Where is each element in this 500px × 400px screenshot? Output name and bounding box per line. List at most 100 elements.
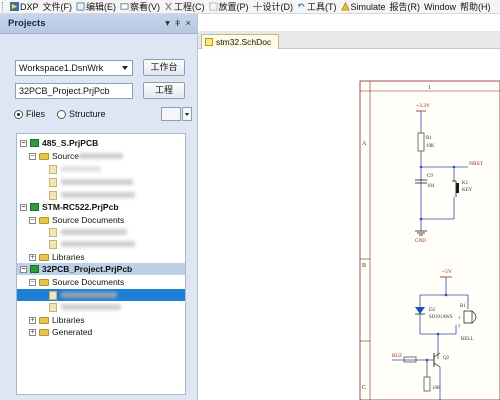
view-icon — [120, 3, 129, 10]
menu-file[interactable]: 文件(F) — [41, 0, 75, 14]
menu-window[interactable]: Window — [422, 0, 458, 14]
document-icon — [49, 303, 57, 312]
tree-folder-libraries-3-label: Libraries — [52, 315, 85, 325]
tree-doc-redacted[interactable] — [17, 189, 185, 201]
pcb-project-icon — [30, 265, 39, 273]
menu-project[interactable]: 工程(C) — [162, 0, 207, 14]
border-label-b: B — [362, 263, 366, 269]
expand-icon[interactable]: + — [29, 329, 36, 336]
project-options-icon[interactable] — [161, 107, 181, 121]
border-label-a: A — [362, 141, 367, 147]
tab-stm32-schdoc[interactable]: stm32.SchDoc — [201, 34, 279, 49]
tree-folder-libraries-2-label: Libraries — [52, 252, 85, 262]
tree-folder-generated-3-label: Generated — [52, 327, 93, 337]
collapse-icon[interactable]: − — [20, 266, 27, 273]
bell-label: BELL — [461, 337, 474, 342]
menu-edit[interactable]: 编辑(E) — [74, 0, 118, 14]
tree-folder-libraries-2[interactable]: + Libraries — [17, 251, 185, 263]
tree-folder-generated-3[interactable]: + Generated — [17, 326, 185, 338]
workspace-select[interactable]: Workspace1.DsnWrk — [15, 59, 133, 76]
tree-doc-redacted[interactable] — [17, 238, 185, 250]
tree-project-1[interactable]: − 485_S.PrjPCB — [17, 137, 185, 149]
project-options-dropdown[interactable] — [182, 107, 192, 121]
menu-file-label: 文件(F) — [42, 2, 73, 12]
menu-place[interactable]: 放置(P) — [207, 0, 251, 14]
folder-icon — [39, 254, 49, 261]
redacted-text — [79, 153, 123, 159]
structure-radio-label: Structure — [69, 109, 106, 119]
collapse-icon[interactable]: − — [29, 217, 36, 224]
redacted-text — [61, 166, 101, 172]
tree-doc-redacted[interactable] — [17, 163, 185, 175]
expand-icon[interactable]: + — [29, 317, 36, 324]
tree-project-3-label: 32PCB_Project.PrjPcb — [42, 264, 133, 274]
project-tree: − 485_S.PrjPCB − Source − STM-RC522.PrjP… — [16, 133, 186, 395]
document-icon — [49, 178, 57, 187]
schematic-drawing[interactable]: 1 A B C +3.3V R1 10K NRST C9 104 K1 KEY … — [198, 49, 500, 400]
key-k1-actuator — [456, 183, 459, 193]
border-label-top-1: 1 — [428, 85, 431, 91]
pin-icon[interactable]: ǂ — [175, 18, 181, 29]
menu-design[interactable]: 设计(D) — [251, 0, 296, 14]
border-label-c: C — [362, 385, 366, 391]
project-button[interactable]: 工程 — [143, 82, 185, 99]
tree-folder-source-2[interactable]: − Source Documents — [17, 214, 185, 226]
simulate-icon — [340, 2, 350, 11]
collapse-icon[interactable]: − — [20, 204, 27, 211]
tree-project-2[interactable]: − STM-RC522.PrjPcb — [17, 201, 185, 213]
tree-folder-libraries-3[interactable]: + Libraries — [17, 314, 185, 326]
panel-controls: ▾ ǂ × — [165, 18, 197, 29]
tree-project-2-label: STM-RC522.PrjPcb — [42, 202, 119, 212]
tree-folder-source-1[interactable]: − Source — [17, 150, 185, 162]
collapse-icon[interactable]: − — [29, 279, 36, 286]
collapse-icon[interactable]: − — [29, 153, 36, 160]
project-row: 32PCB_Project.PrjPcb 工程 — [15, 82, 185, 99]
redacted-text — [61, 241, 135, 247]
vcc-5v-label: +5V — [442, 269, 452, 275]
menu-tools[interactable]: 工具(T) — [295, 0, 339, 14]
expand-icon[interactable]: + — [29, 254, 36, 261]
vcc-3v3-label: +3.3V — [416, 103, 430, 109]
tree-doc-redacted[interactable] — [17, 301, 185, 313]
view-mode-row: Files Structure — [14, 107, 192, 121]
schematic-doc-icon — [205, 38, 213, 46]
svg-text:2: 2 — [458, 323, 460, 328]
panel-tool-buttons — [161, 107, 192, 121]
tree-folder-source-1-label: Source — [52, 151, 79, 161]
structure-radio[interactable] — [57, 109, 67, 119]
tree-project-1-label: 485_S.PrjPCB — [42, 138, 99, 148]
buz-net-label: BUZ — [392, 354, 402, 359]
files-radio[interactable] — [14, 109, 23, 119]
gnd-label: GND — [415, 239, 426, 244]
menu-view-label: 察看(V) — [130, 2, 161, 12]
folder-icon — [39, 217, 49, 224]
panel-menu-icon[interactable]: ▾ — [165, 18, 170, 29]
folder-icon — [39, 153, 49, 160]
b1-ref: B1 — [460, 304, 466, 309]
menu-window-label: Window — [424, 1, 457, 12]
dxp-icon — [10, 2, 19, 11]
tree-doc-redacted[interactable] — [17, 226, 185, 238]
document-icon — [49, 291, 57, 300]
tree-folder-source-3[interactable]: − Source Documents — [17, 276, 185, 288]
tree-doc-selected[interactable] — [17, 289, 185, 301]
menu-reports[interactable]: 报告(R) — [388, 0, 423, 14]
menu-simulate[interactable]: Simulate — [339, 0, 388, 14]
menu-dxp[interactable]: DXP — [8, 0, 41, 14]
redacted-text — [61, 179, 133, 185]
menu-view[interactable]: 察看(V) — [118, 0, 162, 14]
collapse-icon[interactable]: − — [20, 140, 27, 147]
tab-stm32-schdoc-label: stm32.SchDoc — [216, 37, 272, 47]
menubar: DXP 文件(F) 编辑(E) 察看(V) 工程(C) 放置(P) 设计(D) … — [0, 0, 500, 14]
tree-project-3[interactable]: − 32PCB_Project.PrjPcb — [17, 263, 185, 275]
workspace-button[interactable]: 工作台 — [143, 59, 185, 76]
projects-panel-title: Projects — [8, 18, 46, 29]
project-field[interactable]: 32PCB_Project.PrjPcb — [15, 82, 133, 99]
document-icon — [49, 228, 57, 237]
junction — [419, 165, 423, 169]
tree-doc-redacted[interactable] — [17, 176, 185, 188]
grid-icon — [208, 2, 218, 11]
menu-help[interactable]: 帮助(H) — [458, 0, 493, 14]
close-icon[interactable]: × — [185, 18, 191, 29]
menu-reports-label: 报告(R) — [389, 2, 421, 12]
